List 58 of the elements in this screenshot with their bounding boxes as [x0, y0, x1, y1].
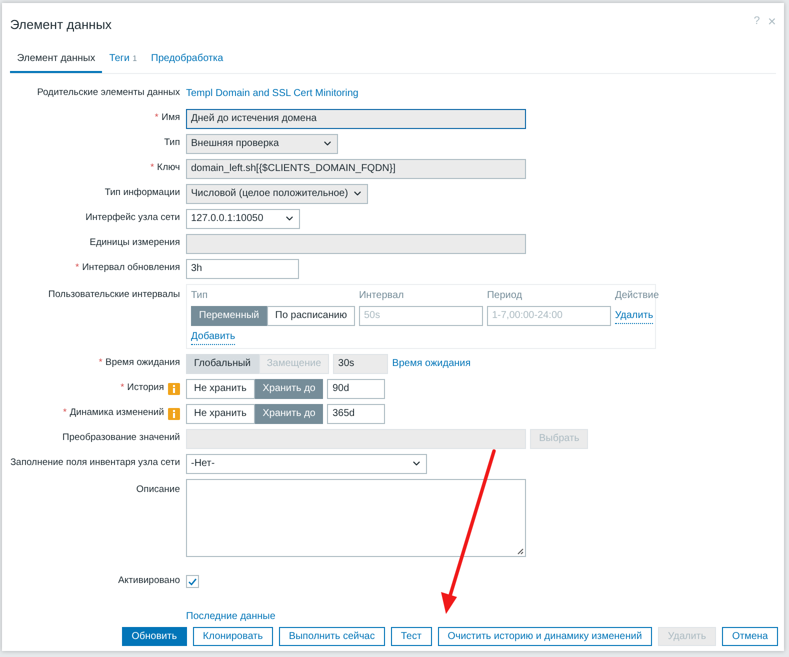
field-label: Интерфейс узла сети [85, 211, 180, 226]
footer-button[interactable]: Обновить [122, 626, 187, 646]
field-label: * Имя [154, 111, 180, 126]
dropdown-select[interactable]: 127.0.0.1:10050 [186, 208, 300, 228]
segment-option[interactable]: Не хранить [186, 378, 255, 398]
footer-button[interactable]: Выполнить сейчас [278, 626, 385, 646]
period-field[interactable]: 90d [327, 378, 386, 398]
text-field[interactable]: Дней до истечения домена [186, 108, 526, 128]
dropdown-select[interactable]: Внешняя проверка [186, 134, 338, 154]
segment-option[interactable]: Хранить до [254, 378, 324, 398]
tab[interactable]: Теги 1 [102, 50, 144, 72]
latest-data-link[interactable]: Последние данные [186, 609, 276, 624]
dialog-title: Элемент данных [10, 16, 112, 34]
field-label: Преобразование значений [62, 431, 180, 446]
info-icon [168, 408, 180, 420]
segment-option[interactable]: По расписанию [267, 306, 355, 326]
info-icon [168, 382, 180, 394]
field-label: * Интервал обновления [75, 261, 180, 276]
field-label: Пользовательские интервалы [48, 288, 180, 302]
parent-item-link[interactable]: Templ Domain and SSL Cert Minitoring [186, 86, 358, 101]
segment-option[interactable]: Хранить до [254, 404, 324, 424]
column-header: Действие [614, 288, 659, 302]
interval-field[interactable]: 50s [358, 306, 483, 326]
text-field[interactable]: 3h [186, 258, 299, 278]
text-field[interactable]: domain_left.sh[{$CLIENTS_DOMAIN_FQDN}] [186, 158, 526, 178]
footer-button[interactable]: Клонировать [192, 626, 273, 646]
footer-button[interactable]: Отмена [722, 626, 778, 646]
checkbox[interactable] [186, 575, 199, 588]
field-label: * История [120, 381, 164, 396]
dropdown-select[interactable]: -Нет- [186, 454, 427, 474]
remove-link[interactable]: Удалить [614, 308, 654, 324]
tab[interactable]: Элемент данных [10, 50, 102, 72]
column-header: Интервал [358, 288, 405, 302]
dropdown-select[interactable]: Числовой (целое положительное) [186, 184, 368, 204]
add-link[interactable]: Добавить [191, 328, 236, 344]
segment-option[interactable]: Не хранить [186, 404, 255, 424]
segment-option[interactable]: Переменный [191, 306, 268, 326]
field-label: Родительские элементы данных [37, 86, 180, 100]
resize-handle-icon [517, 548, 524, 554]
field-label: * Время ожидания [98, 356, 180, 370]
text-field[interactable] [186, 234, 526, 254]
footer-button[interactable]: Тест [390, 626, 432, 646]
check-icon [188, 578, 197, 586]
footer-button[interactable]: Очистить историю и динамику изменений [438, 626, 652, 646]
field-label: Заполнение поля инвентаря узла сети [10, 456, 180, 470]
field-label: * Динамика изменений [63, 406, 164, 420]
column-header: Тип [191, 288, 209, 302]
field-label: Тип [164, 136, 180, 150]
field-label: Тип информации [104, 186, 180, 200]
column-header: Период [486, 288, 524, 302]
field-label: Описание [136, 482, 180, 496]
tab[interactable]: Предобработка [144, 50, 230, 72]
field-label: Единицы измерения [90, 236, 180, 250]
description-field[interactable] [186, 478, 526, 556]
period-field[interactable]: 1-7,00:00-24:00 [486, 306, 611, 326]
period-field[interactable]: 365d [327, 404, 386, 424]
field-label: * Ключ [150, 161, 180, 176]
field-label: Активировано [118, 574, 180, 588]
